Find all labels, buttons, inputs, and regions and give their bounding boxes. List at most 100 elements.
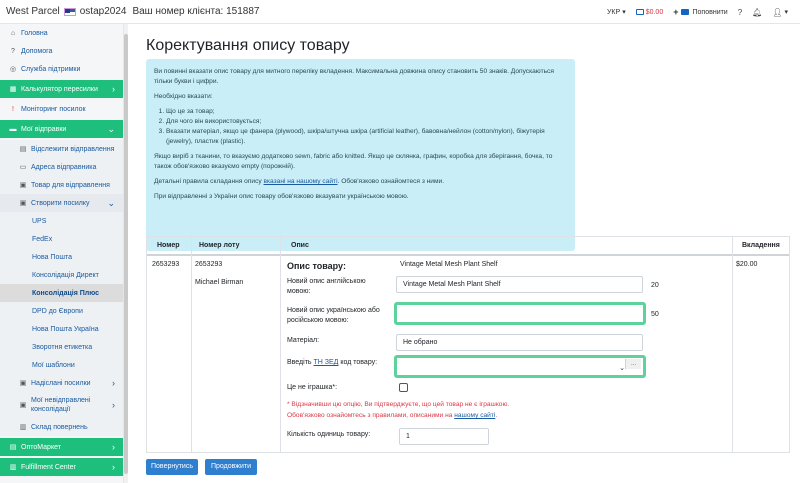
sidebar-item-monitoring[interactable]: ! Моніторинг посилок xyxy=(0,100,123,118)
description-title: Опис товару: xyxy=(287,261,346,271)
home-icon: ⌂ xyxy=(10,29,16,37)
new-description-en-input[interactable]: Vintage Metal Mesh Plant Shelf xyxy=(396,276,643,293)
bell-icon[interactable]: 🔔︎ xyxy=(752,8,762,17)
box-icon: ▣ xyxy=(19,401,27,409)
divider xyxy=(147,254,789,256)
toy-warning-rules: Обов'язково ознайомтесь з правилами, опи… xyxy=(287,410,497,421)
description-value: Vintage Metal Mesh Plant Shelf xyxy=(400,261,498,268)
chevron-right-icon: › xyxy=(112,462,115,472)
items-table: Номер Номер лоту Опис Вкладення 2653293 … xyxy=(146,236,790,453)
sidebar-item-sent[interactable]: ▣ Надіслані посилки › xyxy=(0,374,123,392)
sidebar-scrollbar[interactable] xyxy=(124,24,128,483)
hs-code-select[interactable]: ⌄ ... xyxy=(394,355,646,378)
hs-code-lookup-button[interactable]: ... xyxy=(625,359,641,369)
sidebar-item-support[interactable]: ◎ Служба підтримки xyxy=(0,60,123,78)
hs-code-link[interactable]: ТН ЗЕД xyxy=(314,359,339,366)
balance[interactable]: $0.00 xyxy=(635,9,663,16)
scrollbar-thumb[interactable] xyxy=(124,34,128,474)
sidebar-item-label: Мої відправки xyxy=(21,125,67,133)
material-select[interactable]: Не обрано xyxy=(396,334,643,351)
shop-icon: ▤ xyxy=(9,444,17,451)
sidebar-item-ups[interactable]: UPS xyxy=(0,212,123,230)
user-menu[interactable]: 👤︎ ▾ xyxy=(772,8,788,17)
sidebar-item-fedex[interactable]: FedEx xyxy=(0,230,123,248)
brand-name[interactable]: West Parcel xyxy=(6,6,60,17)
usa-flag-icon xyxy=(63,7,76,16)
sidebar-item-label: Нова Пошта Україна xyxy=(32,325,99,333)
sidebar-item-label: Надіслані посилки xyxy=(31,379,91,387)
toy-warning: * Відзначивши цю опцію, Ви підтверджуєте… xyxy=(287,401,510,408)
calculator-icon: ▦ xyxy=(9,86,17,93)
question-icon[interactable]: ? xyxy=(738,8,742,17)
sidebar-item-my-shipments[interactable]: ▬ Мої відправки ⌄ xyxy=(0,120,123,138)
sidebar-item-calculator[interactable]: ▦ Калькулятор пересилки › xyxy=(0,80,123,98)
address-card-icon: ▭ xyxy=(19,164,27,171)
brand[interactable]: West Parcel ostap2024 xyxy=(6,6,126,17)
continue-button[interactable]: Продовжити xyxy=(205,459,257,475)
sidebar-item-label: Нова Пошта xyxy=(32,253,72,261)
sidebar-item-consolidation-direct[interactable]: Консолідація Директ xyxy=(0,266,123,284)
sidebar-item-label: DPD до Європи xyxy=(32,307,83,315)
label-hs-code: Введіть ТН ЗЕД код товару: xyxy=(287,358,377,368)
sidebar-item-nova-poshta-ukraine[interactable]: Нова Пошта Україна xyxy=(0,320,123,338)
top-right-menu: УКР ▾ $0.00 + Поповнити ? 🔔︎ 👤︎ ▾ xyxy=(607,0,788,24)
top-bar: West Parcel ostap2024 Ваш номер клієнта:… xyxy=(0,0,800,24)
sidebar-item-label: Створити посилку xyxy=(31,199,90,207)
topup-button[interactable]: + Поповнити xyxy=(673,7,727,17)
column-header: Номер xyxy=(157,242,180,249)
sidebar-item-label: Моніторинг посилок xyxy=(21,105,86,113)
language-label: УКР xyxy=(606,8,621,16)
sidebar-item-track[interactable]: ▤ Відслежити відправлення xyxy=(0,140,123,158)
list-item: Що це за товар; xyxy=(166,107,567,117)
sidebar-item-label: Мої шаблони xyxy=(32,361,75,369)
username[interactable]: ostap2024 xyxy=(80,6,127,17)
lifebuoy-icon: ◎ xyxy=(9,66,17,73)
sidebar-item-create-parcel[interactable]: ▣ Створити посилку ⌄ xyxy=(0,194,123,212)
sidebar-item-dpd-europe[interactable]: DPD до Європи xyxy=(0,302,123,320)
sidebar-item-label: Відслежити відправлення xyxy=(31,145,115,153)
cell-amount: $20.00 xyxy=(736,261,758,268)
sidebar: ⌂ Головна ? Допомога ◎ Служба підтримки ▦ Ка… xyxy=(0,24,124,483)
back-button[interactable]: Повернутись xyxy=(146,459,198,475)
sidebar-item-optomarket[interactable]: ▤ ОптоМаркет › xyxy=(0,438,123,456)
truck-icon: ▬ xyxy=(9,125,17,133)
site-rules-link[interactable]: нашому сайті xyxy=(454,412,495,419)
sidebar-item-label: ОптоМаркет xyxy=(21,443,61,451)
sidebar-item-unsent-consolidations[interactable]: ▣ Мої невідправлені консолідації › xyxy=(0,392,123,418)
not-toy-checkbox[interactable] xyxy=(399,383,408,392)
sidebar-item-return-label[interactable]: Зворотня етикетка xyxy=(0,338,123,356)
sidebar-item-label: Консолідація Директ xyxy=(32,271,99,279)
chevron-down-icon: ⌄ xyxy=(107,123,115,134)
sidebar-item-label: Калькулятор пересилки xyxy=(21,85,98,93)
char-count-ua: 50 xyxy=(651,311,659,318)
warehouse-icon: ▥ xyxy=(19,424,27,431)
sidebar-item-fulfillment[interactable]: ▥ Fulfillment Center › xyxy=(0,458,123,476)
quantity-input[interactable]: 1 xyxy=(399,428,489,445)
info-text: При відправленні з України опис товару о… xyxy=(154,193,409,200)
column-header: Вкладення xyxy=(742,242,780,249)
divider xyxy=(280,237,281,452)
sidebar-item-templates[interactable]: Мої шаблони xyxy=(0,356,123,374)
new-description-ua-input[interactable] xyxy=(394,302,646,325)
sidebar-item-home[interactable]: ⌂ Головна xyxy=(0,24,123,42)
info-text-fragment: . Обов'язково ознайомтеся з ними. xyxy=(337,178,445,185)
sidebar-item-consolidation-plus[interactable]: Консолідація Плюс xyxy=(0,284,123,302)
info-list: Що це за товар; Для чого він використову… xyxy=(166,107,567,147)
label-new-en: Новий опис англійською мовою: xyxy=(287,278,366,295)
list-item: Для чого він використовується; xyxy=(166,117,567,127)
info-box: Ви повинні вказати опис товару для митно… xyxy=(146,59,575,251)
info-text: Детальні правила складання опису вказані… xyxy=(154,177,567,187)
chevron-right-icon: › xyxy=(112,442,115,452)
info-text-fragment: Детальні правила складання опису xyxy=(154,178,264,185)
info-text: Якщо виріб з тканини, то вказуємо додатк… xyxy=(154,153,553,170)
char-count-en: 20 xyxy=(651,282,659,289)
sidebar-item-goods[interactable]: ▣ Товар для відправлення xyxy=(0,176,123,194)
rules-link[interactable]: вказані на нашому сайті xyxy=(264,178,338,185)
language-dropdown[interactable]: УКР ▾ xyxy=(606,8,626,17)
user-icon: 👤︎ xyxy=(772,7,783,17)
sidebar-item-nova-poshta[interactable]: Нова Пошта xyxy=(0,248,123,266)
sidebar-item-returns-warehouse[interactable]: ▥ Склад повернень xyxy=(0,418,123,436)
sidebar-item-sender-address[interactable]: ▭ Адреса відправника xyxy=(0,158,123,176)
sidebar-item-label: Зворотня етикетка xyxy=(32,343,93,351)
sidebar-item-help[interactable]: ? Допомога xyxy=(0,42,123,60)
